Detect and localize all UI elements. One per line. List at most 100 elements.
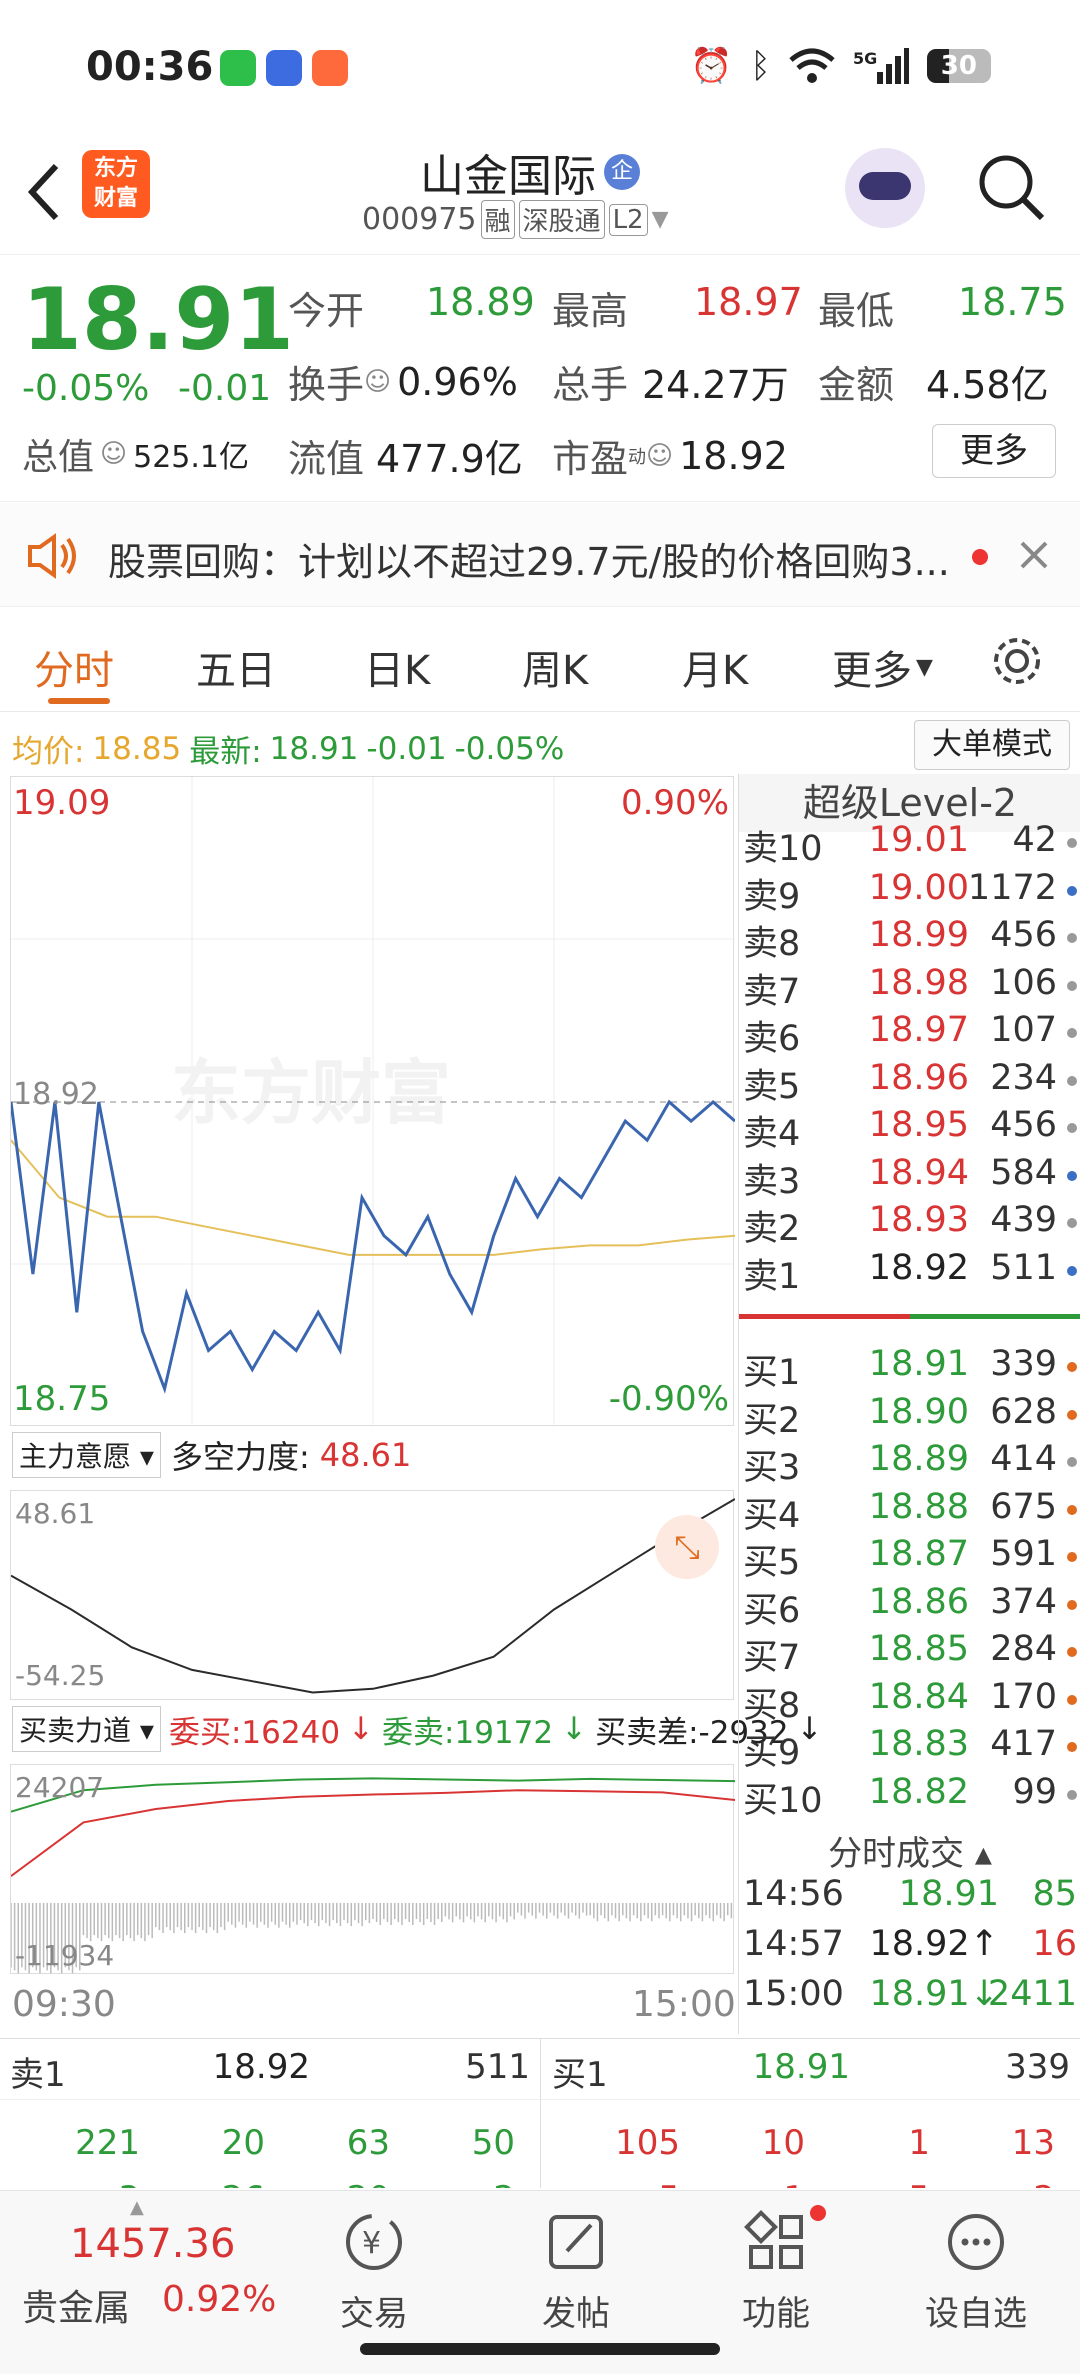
bid-level-row[interactable]: 买10 18.82 99: [739, 1771, 1080, 1821]
float-value: 477.9亿: [376, 437, 523, 481]
tab-monthly-k[interactable]: 月K: [682, 638, 748, 696]
level-volume: 339: [990, 1344, 1057, 1384]
intraday-chart[interactable]: 东方财富 19.09 0.90% 18.92 18.75 -0.90%: [9, 776, 736, 1427]
nav-add-watchlist[interactable]: 设自选: [876, 2191, 1076, 2335]
level-price: 18.96: [868, 1057, 969, 1098]
last-change: -0.01: [366, 730, 447, 767]
level-price: 18.84: [868, 1676, 969, 1717]
detail-bid-order: 13: [1011, 2123, 1055, 2163]
buyback-notice[interactable]: 股票回购：计划以不超过29.7元/股的价格回购3...: [0, 503, 1080, 607]
trade-row: 15:00 18.91↓ 2411: [739, 1974, 1080, 2022]
search-icon[interactable]: [976, 152, 1046, 222]
close-icon[interactable]: [1018, 539, 1050, 571]
bid-level-row[interactable]: 买7 18.85 284: [739, 1629, 1080, 1678]
tab-daily-k[interactable]: 日K: [364, 638, 430, 696]
bid-level-row[interactable]: 买3 18.89 414: [739, 1439, 1080, 1488]
tab-intraday[interactable]: 分时: [34, 638, 114, 696]
level-label: 买9: [743, 1733, 801, 1773]
ask-level-row[interactable]: 卖7 18.98 106: [739, 963, 1080, 1012]
trade-row: 14:57 18.92↑ 16: [739, 1924, 1080, 1972]
app-icon: [312, 50, 348, 86]
detail-bid-label: 买1: [552, 2055, 608, 2095]
panel3-select[interactable]: 买卖力道 ▾: [12, 1706, 161, 1752]
signal-icon: 5G: [853, 48, 909, 84]
bid-level-row[interactable]: 买6 18.86 374: [739, 1581, 1080, 1631]
level-price: 18.93: [868, 1200, 969, 1240]
nav-add-watchlist-label: 设自选: [925, 2294, 1027, 2334]
index-value[interactable]: 1457.36: [70, 2221, 235, 2267]
detail-bid-price: 18.91: [752, 2047, 850, 2087]
more-dots-icon: [948, 2214, 1004, 2270]
collapse-icon[interactable]: ▲: [130, 2197, 144, 2218]
detail-bid-order: 1: [908, 2123, 930, 2163]
ask-level-row[interactable]: 卖1 18.92 511: [739, 1248, 1080, 1297]
trade-row: 14:56 18.91 85: [739, 1874, 1080, 1922]
trade-volume: 2411: [987, 1974, 1077, 2014]
more-button[interactable]: 更多: [932, 424, 1056, 478]
nav-functions[interactable]: 功能: [676, 2191, 876, 2335]
bid-level-row[interactable]: 买1 18.91 339: [739, 1344, 1080, 1393]
detail-bid-order: 1: [695, 2179, 805, 2188]
level-price: 18.82: [868, 1771, 969, 1812]
indicator-dot: [1067, 1265, 1077, 1276]
big-order-mode-button[interactable]: 大单模式: [914, 720, 1070, 770]
bid-level-row[interactable]: 买4 18.88 675: [739, 1487, 1080, 1536]
nav-post-label: 发帖: [542, 2294, 610, 2334]
bid-level-row[interactable]: 买9 18.83 417: [739, 1724, 1080, 1773]
stock-code-row[interactable]: 000975 融 深股通 L2 ▼: [362, 200, 669, 239]
bid-level-row[interactable]: 买2 18.90 628: [739, 1392, 1080, 1441]
panel3-header: 买卖力道 ▾ 委买:16240 ↓ 委卖:19172 ↓ 买卖差:-2932 ↓: [12, 1706, 823, 1752]
pe-dynamic-sup: 动: [628, 446, 647, 468]
level-label: 买7: [743, 1638, 801, 1678]
pe-value: 18.92: [679, 433, 788, 478]
nav-trade-label: 交易: [340, 2294, 408, 2334]
detail-ask-order: 20: [280, 2179, 390, 2188]
robot-assistant-icon[interactable]: [845, 148, 925, 228]
bid-level-row[interactable]: 买8 18.84 170: [739, 1676, 1080, 1726]
level-volume: 414: [990, 1439, 1057, 1479]
indicator-dot: [1067, 1170, 1077, 1181]
tab-weekly-k[interactable]: 周K: [522, 638, 588, 696]
level-volume: 107: [990, 1010, 1057, 1050]
tab-five-day[interactable]: 五日: [196, 638, 276, 696]
nav-post[interactable]: 发帖: [476, 2191, 676, 2335]
index-name: 贵金属: [22, 2288, 131, 2329]
detail-ask-order: 221: [75, 2123, 140, 2163]
level-label: 买1: [743, 1353, 801, 1393]
trade-price: 18.91: [898, 1874, 999, 1914]
ask-level-row[interactable]: 卖3 18.94 584: [739, 1153, 1080, 1202]
indicator-dot: [1067, 1218, 1077, 1228]
order-book: 超级Level-2 卖10 19.01 42 卖9 19.00 1172 卖8 18.99 45…: [738, 774, 1080, 2034]
level-label: 卖1: [743, 1256, 801, 1297]
bid-level-row[interactable]: 买5 18.87 591: [739, 1534, 1080, 1583]
gear-icon[interactable]: [990, 634, 1044, 688]
ask-level-row[interactable]: 卖5 18.96 234: [739, 1057, 1080, 1107]
indicator-dot: [1067, 1362, 1077, 1372]
enterprise-badge: 企: [604, 154, 640, 190]
panel3-buy: 委买:16240: [168, 1714, 341, 1751]
power-chart[interactable]: 48.61 -54.25 ⤡: [10, 1490, 736, 1700]
price-change: -0.01: [178, 368, 272, 409]
level-label: 卖2: [743, 1209, 801, 1249]
last-value: 18.91: [269, 730, 359, 767]
indicator-dot: [1067, 933, 1077, 943]
level-volume: 374: [990, 1581, 1057, 1622]
ask-level-row[interactable]: 卖6 18.97 107: [739, 1010, 1080, 1059]
ask-level-row[interactable]: 卖8 18.99 456: [739, 915, 1080, 964]
back-icon[interactable]: [24, 162, 64, 222]
trades-title[interactable]: 分时成交 ▴: [739, 1826, 1080, 1875]
ask-level-row[interactable]: 卖9 19.00 1172: [739, 868, 1080, 917]
low-value: 18.75: [958, 280, 1067, 324]
last-label: 最新:: [189, 734, 262, 770]
trade-icon: ¥: [346, 2214, 402, 2270]
ask-level-row[interactable]: 卖2 18.93 439: [739, 1200, 1080, 1249]
tab-more[interactable]: 更多 ▼: [832, 638, 933, 696]
panel2-select[interactable]: 主力意愿 ▾: [12, 1432, 161, 1478]
level-price: 18.99: [868, 915, 969, 955]
nav-trade[interactable]: ¥ 交易: [274, 2191, 474, 2335]
expand-icon[interactable]: ⤡: [655, 1515, 719, 1579]
panel3-sell: 委卖:19172: [382, 1714, 554, 1751]
bid-ask-chart[interactable]: 24207 -11934: [10, 1764, 736, 1974]
ask-level-row[interactable]: 卖4 18.95 456: [739, 1105, 1080, 1154]
ask-level-row[interactable]: 卖10 19.01 42: [739, 820, 1080, 869]
